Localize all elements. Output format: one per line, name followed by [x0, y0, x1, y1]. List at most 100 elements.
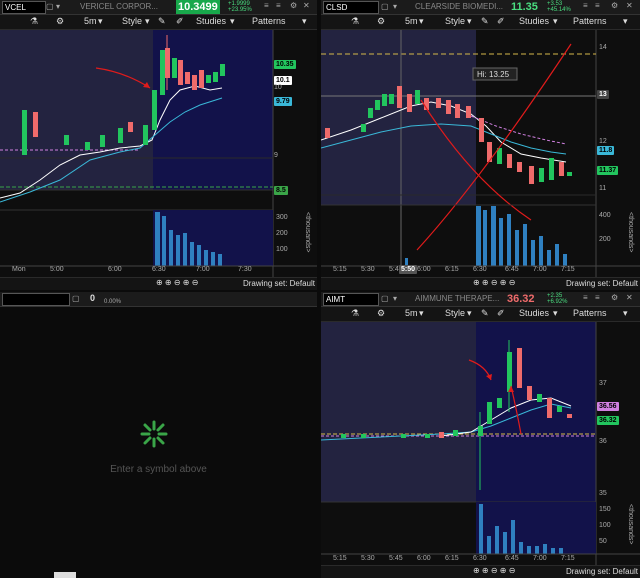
chevron-down-icon[interactable]: ▾: [467, 308, 472, 319]
chevron-down-icon[interactable]: ▾: [553, 308, 558, 319]
company-name: AIMMUNE THERAPE...: [415, 294, 500, 303]
menu-icon[interactable]: ≡: [276, 1, 281, 10]
minimize-button[interactable]: [54, 572, 76, 578]
patterns-menu[interactable]: Patterns: [573, 308, 607, 318]
x-tick: 5:30: [361, 555, 375, 562]
chevron-down-icon[interactable]: ▾: [623, 16, 628, 27]
flask-icon[interactable]: ⚗: [30, 16, 38, 27]
vol-tick: 150: [599, 506, 611, 513]
dropdown-icon[interactable]: ▾: [56, 2, 60, 11]
settings-icon[interactable]: ⚙: [611, 293, 618, 302]
link-icon[interactable]: ▢: [381, 294, 389, 303]
timeframe-selector[interactable]: 5m: [84, 16, 97, 26]
gear-icon[interactable]: ⚙: [377, 308, 385, 319]
drawing-icon[interactable]: ✎: [158, 16, 166, 27]
drawing-icon[interactable]: ✎: [481, 16, 489, 27]
price-chart[interactable]: [0, 30, 317, 278]
chevron-down-icon[interactable]: ▾: [419, 16, 424, 27]
dropdown-icon[interactable]: ▾: [393, 294, 397, 303]
symbol-input[interactable]: [2, 293, 70, 306]
chevron-down-icon[interactable]: ▾: [145, 16, 150, 27]
settings-icon[interactable]: ⚙: [290, 1, 297, 10]
vol-tick: 50: [599, 538, 607, 545]
change-percent: +6.92%: [547, 299, 568, 305]
menu-icon[interactable]: ≡: [583, 1, 588, 10]
y-tick: 14: [599, 44, 607, 51]
zoom-controls[interactable]: ⊕ ⊕ ⊖ ⊕ ⊖: [156, 278, 198, 287]
timeframe-selector[interactable]: 5m: [405, 16, 418, 26]
drawing-set-selector[interactable]: Drawing set: Default: [566, 567, 638, 576]
zoom-controls[interactable]: ⊕ ⊕ ⊖ ⊕ ⊖: [473, 566, 515, 575]
drawing-icon[interactable]: ✐: [497, 308, 505, 319]
zoom-controls[interactable]: ⊕ ⊕ ⊖ ⊕ ⊖: [473, 278, 515, 287]
menu-icon[interactable]: ≡: [264, 1, 269, 10]
patterns-menu[interactable]: Patterns: [252, 16, 286, 26]
chart-toolbar: ⚗ ⚙ 5m ▾ Style ▾ ✎ ✐ Studies ▾ Patterns …: [321, 15, 640, 30]
drawing-set-selector[interactable]: Drawing set: Default: [566, 279, 638, 288]
link-icon[interactable]: ▢: [72, 294, 80, 303]
gear-icon[interactable]: ⚙: [377, 16, 385, 27]
studies-menu[interactable]: Studies: [196, 16, 226, 26]
panel-header: ▢ 0 0.00%: [0, 292, 317, 307]
chevron-down-icon[interactable]: ▾: [623, 308, 628, 319]
timeframe-selector[interactable]: 5m: [405, 308, 418, 318]
x-tick: 7:00: [533, 266, 547, 273]
chevron-down-icon[interactable]: ▾: [467, 16, 472, 27]
drawing-icon[interactable]: ✐: [497, 16, 505, 27]
y-tick: 12: [599, 138, 607, 145]
vol-tick: 100: [599, 522, 611, 529]
x-tick: 7:00: [533, 555, 547, 562]
y-tick: 9: [274, 152, 278, 159]
chevron-down-icon[interactable]: ▾: [419, 308, 424, 319]
x-tick: 5:15: [333, 266, 347, 273]
x-tick: 7:15: [561, 266, 575, 273]
price-chart[interactable]: [321, 322, 640, 566]
chevron-down-icon[interactable]: ▾: [302, 16, 307, 27]
style-menu[interactable]: Style: [445, 308, 465, 318]
panel-header: CLSD ▢ ▾ CLEARSIDE BIOMEDI... 11.35 +3.5…: [321, 0, 640, 15]
x-tick: 6:15: [445, 555, 459, 562]
flask-icon[interactable]: ⚗: [351, 16, 359, 27]
company-name: VERICEL CORPOR...: [80, 2, 158, 11]
chevron-down-icon[interactable]: ▾: [98, 16, 103, 27]
loading-icon: [140, 420, 168, 448]
y-tick: 37: [599, 380, 607, 387]
link-icon[interactable]: ▢: [381, 2, 389, 11]
price-chart[interactable]: Hi: 13.25: [321, 30, 640, 278]
vol-tick: 300: [276, 214, 288, 221]
chevron-down-icon[interactable]: ▾: [553, 16, 558, 27]
panel-header: VCEL ▢ ▾ VERICEL CORPOR... 10.3499 +1.99…: [0, 0, 317, 15]
symbol-input[interactable]: CLSD: [323, 1, 379, 14]
close-icon[interactable]: ✕: [626, 293, 633, 302]
x-tick: 6:00: [108, 266, 122, 273]
chevron-down-icon[interactable]: ▾: [230, 16, 235, 27]
style-menu[interactable]: Style: [445, 16, 465, 26]
chart-panel-aimt: AIMT ▢ ▾ AIMMUNE THERAPE... 36.32 +2.35 …: [321, 292, 640, 578]
menu-icon[interactable]: ≡: [595, 1, 600, 10]
link-icon[interactable]: ▢: [46, 2, 54, 11]
menu-icon[interactable]: ≡: [583, 293, 588, 302]
gear-icon[interactable]: ⚙: [56, 16, 64, 27]
price-tag: 13: [597, 90, 609, 99]
patterns-menu[interactable]: Patterns: [573, 16, 607, 26]
drawing-icon[interactable]: ✐: [176, 16, 184, 27]
y-tick: 11: [599, 185, 607, 192]
drawing-icon[interactable]: ✎: [481, 308, 489, 319]
close-icon[interactable]: ✕: [626, 1, 633, 10]
close-icon[interactable]: ✕: [303, 1, 310, 10]
hi-label: Hi: 13.25: [477, 70, 510, 79]
symbol-input[interactable]: VCEL: [2, 1, 46, 14]
settings-icon[interactable]: ⚙: [611, 1, 618, 10]
x-tick: 6:30: [152, 266, 166, 273]
price-tag-last: 36.32: [597, 416, 619, 425]
menu-icon[interactable]: ≡: [595, 293, 600, 302]
dropdown-icon[interactable]: ▾: [393, 2, 397, 11]
flask-icon[interactable]: ⚗: [351, 308, 359, 319]
x-tick: 6:00: [417, 266, 431, 273]
studies-menu[interactable]: Studies: [519, 308, 549, 318]
drawing-set-selector[interactable]: Drawing set: Default: [243, 279, 315, 288]
style-menu[interactable]: Style: [122, 16, 142, 26]
studies-menu[interactable]: Studies: [519, 16, 549, 26]
symbol-input[interactable]: AIMT: [323, 293, 379, 306]
last-price: 36.32: [507, 293, 535, 305]
